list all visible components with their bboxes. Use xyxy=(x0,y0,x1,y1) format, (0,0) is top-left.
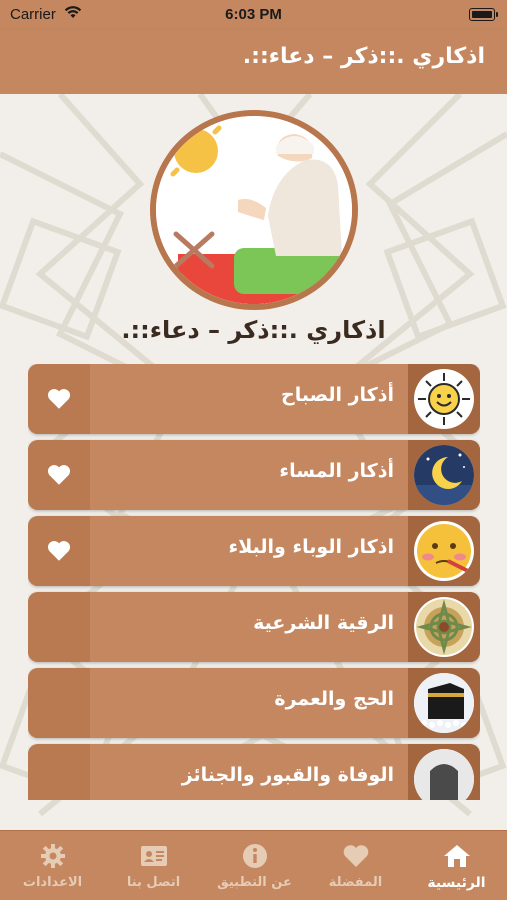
heart-icon xyxy=(343,845,369,867)
praying-man-icon xyxy=(156,116,352,304)
sun-icon xyxy=(414,369,474,429)
list-item-funerals[interactable]: الوفاة والقبور والجنائز xyxy=(28,744,480,800)
tab-label: اتصل بنا xyxy=(126,875,181,890)
moon-icon xyxy=(414,445,474,505)
icon-zone xyxy=(408,744,480,800)
favorite-zone[interactable] xyxy=(28,516,90,586)
tab-label: المفضلة xyxy=(328,875,383,890)
list-item-label: اذكار الوباء والبلاء xyxy=(228,536,394,558)
tab-label: عن التطبيق xyxy=(217,875,292,890)
list-item-label: الرقية الشرعية xyxy=(253,612,394,634)
tab-bar: الرئيسية المفضلة عن التطبيق اتصل بنا الا… xyxy=(0,830,507,900)
status-time: 6:03 PM xyxy=(225,6,282,23)
hero-title: اذكاري .::ذكر – دعاء::. xyxy=(121,316,386,344)
nav-title: اذكاري .::ذكر – دعاء::. xyxy=(242,44,485,69)
list-item-evening-adhkar[interactable]: أذكار المساء xyxy=(28,440,480,510)
tab-label: الاعدادات xyxy=(22,875,83,890)
list-item-hajj-umrah[interactable]: الحج والعمرة xyxy=(28,668,480,738)
hero-illustration xyxy=(150,110,358,310)
tab-about[interactable]: عن التطبيق xyxy=(204,831,305,900)
favorite-zone[interactable] xyxy=(28,440,90,510)
list-item-label: أذكار الصباح xyxy=(281,384,394,406)
icon-zone xyxy=(408,592,480,662)
ornament-icon xyxy=(414,597,474,657)
contact-card-icon xyxy=(141,846,167,866)
icon-zone xyxy=(408,516,480,586)
tab-favorites[interactable]: المفضلة xyxy=(305,831,406,900)
heart-icon[interactable] xyxy=(46,386,72,412)
battery-icon xyxy=(469,8,498,21)
navigation-bar: اذكاري .::ذكر – دعاء::. xyxy=(0,30,507,94)
list-item-label: أذكار المساء xyxy=(279,460,394,482)
favorite-zone[interactable] xyxy=(28,364,90,434)
gear-icon xyxy=(41,844,65,868)
icon-zone xyxy=(408,668,480,738)
icon-zone xyxy=(408,364,480,434)
list-item-ruqyah[interactable]: الرقية الشرعية xyxy=(28,592,480,662)
tab-contact[interactable]: اتصل بنا xyxy=(103,831,204,900)
kaaba-icon xyxy=(414,673,474,733)
status-bar: Carrier 6:03 PM xyxy=(0,0,507,30)
list-item-label: الوفاة والقبور والجنائز xyxy=(181,764,394,786)
info-icon xyxy=(243,844,267,868)
tab-label: الرئيسية xyxy=(427,875,486,891)
list-item-morning-adhkar[interactable]: أذكار الصباح xyxy=(28,364,480,434)
category-list[interactable]: أذكار الصباح أذكار المساء اذكار الوباء و… xyxy=(28,364,480,800)
favorite-zone[interactable] xyxy=(28,668,90,738)
favorite-zone[interactable] xyxy=(28,592,90,662)
home-icon xyxy=(444,845,470,867)
favorite-zone[interactable] xyxy=(28,744,90,800)
heart-icon[interactable] xyxy=(46,538,72,564)
heart-icon[interactable] xyxy=(46,462,72,488)
tab-home[interactable]: الرئيسية xyxy=(406,831,507,900)
tab-settings[interactable]: الاعدادات xyxy=(2,831,103,900)
list-item-epidemic-adhkar[interactable]: اذكار الوباء والبلاء xyxy=(28,516,480,586)
sick-face-icon xyxy=(414,521,474,581)
grave-icon xyxy=(414,749,474,800)
list-item-label: الحج والعمرة xyxy=(274,688,394,710)
icon-zone xyxy=(408,440,480,510)
